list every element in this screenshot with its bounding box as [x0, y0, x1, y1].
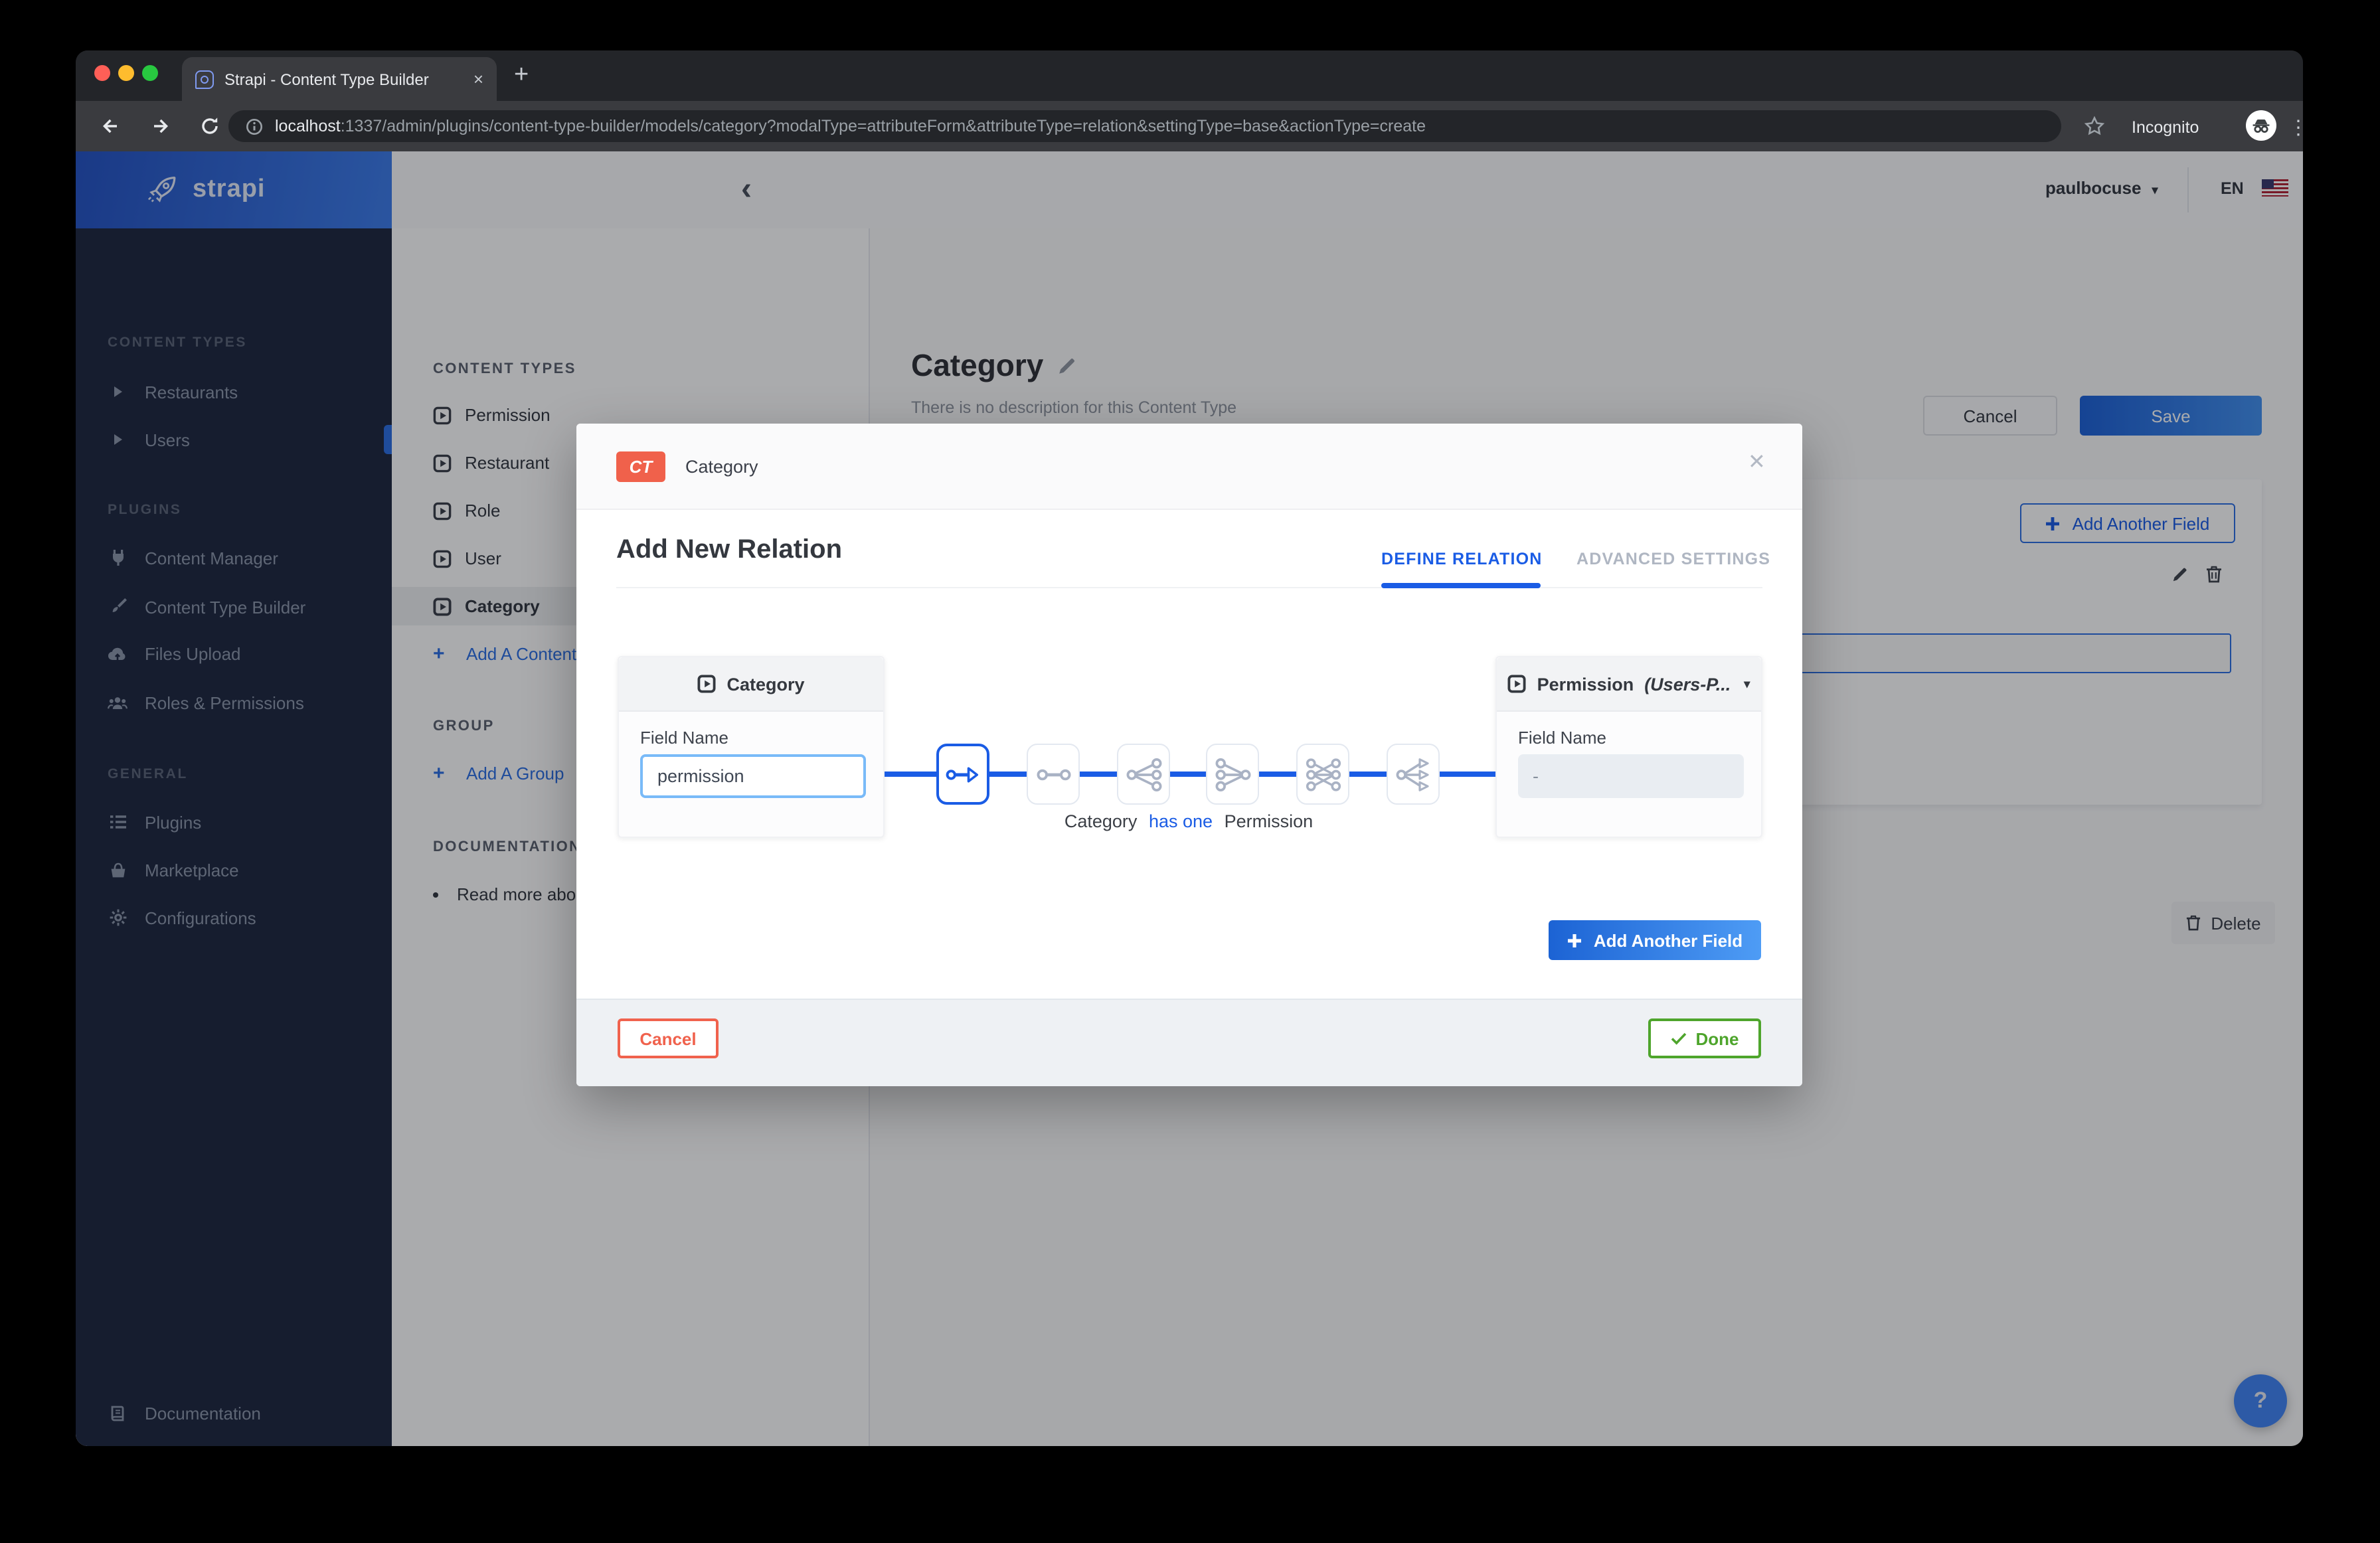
- browser-window: Strapi - Content Type Builder × + localh…: [76, 50, 2303, 1446]
- one-to-one-icon: [1036, 768, 1070, 780]
- relation-type-one-way-polymorphic[interactable]: [1387, 744, 1440, 805]
- browser-toolbar: localhost:1337/admin/plugins/content-typ…: [76, 101, 2303, 151]
- content-type-icon: [697, 675, 716, 693]
- close-icon[interactable]: ✕: [1748, 449, 1766, 475]
- relation-target-card: Permission (Users-P... ▾ Field Name -: [1495, 656, 1762, 838]
- window-minimize-button[interactable]: [118, 65, 134, 81]
- incognito-icon: [2246, 110, 2276, 141]
- modal-done-button[interactable]: Done: [1648, 1018, 1761, 1058]
- back-icon[interactable]: [100, 116, 121, 137]
- plus-icon: [1567, 934, 1581, 947]
- new-tab-button[interactable]: +: [514, 61, 529, 90]
- tabs-divider: [616, 587, 1762, 588]
- relation-verb: has one: [1148, 811, 1213, 831]
- strapi-app: strapi CONTENT TYPES Restaurants Users P…: [76, 151, 2303, 1446]
- tab-define-relation[interactable]: DEFINE RELATION: [1381, 550, 1543, 568]
- field-name-input[interactable]: [640, 754, 866, 798]
- one-way-many-icon: [1395, 758, 1428, 791]
- tab-title: Strapi - Content Type Builder: [224, 70, 429, 88]
- one-to-many-icon: [1215, 758, 1250, 791]
- browser-tab[interactable]: Strapi - Content Type Builder ×: [182, 57, 497, 101]
- check-icon: [1671, 1032, 1686, 1045]
- site-info-icon[interactable]: [244, 116, 264, 136]
- one-way-icon: [945, 766, 978, 782]
- url-text: localhost:1337/admin/plugins/content-typ…: [275, 117, 1426, 135]
- window-close-button[interactable]: [94, 65, 110, 81]
- relation-target-header[interactable]: Permission (Users-P... ▾: [1497, 657, 1761, 712]
- chevron-down-icon: ▾: [1744, 677, 1750, 690]
- add-relation-modal: CT Category ✕ Add New Relation DEFINE RE…: [576, 424, 1802, 1086]
- reload-icon[interactable]: [199, 116, 220, 137]
- modal-entity-name: Category: [685, 457, 758, 477]
- browser-tabstrip: Strapi - Content Type Builder × +: [76, 50, 2303, 101]
- window-zoom-button[interactable]: [142, 65, 158, 81]
- field-name-label: Field Name: [640, 728, 728, 748]
- relation-type-many-to-one[interactable]: [1117, 744, 1170, 805]
- relation-type-many-to-many[interactable]: [1296, 744, 1349, 805]
- url-host: localhost: [275, 117, 341, 135]
- modal-header: CT Category ✕: [576, 424, 1802, 510]
- active-tab-underline: [1381, 583, 1541, 588]
- relation-type-one-to-many[interactable]: [1206, 744, 1259, 805]
- relation-type-one-to-one[interactable]: [1027, 744, 1080, 805]
- modal-title: Add New Relation: [616, 535, 843, 564]
- content-type-badge: CT: [616, 451, 665, 482]
- relation-source-card: Category Field Name: [618, 656, 885, 838]
- relation-source-header: Category: [619, 657, 883, 712]
- relation-target-plugin: (Users-P...: [1644, 674, 1731, 694]
- forward-icon[interactable]: [150, 116, 171, 137]
- many-to-one-icon: [1126, 758, 1161, 791]
- field-name-label: Field Name: [1518, 728, 1606, 748]
- relation-type-one-way[interactable]: [936, 744, 989, 805]
- modal-cancel-button[interactable]: Cancel: [618, 1018, 719, 1058]
- browser-menu-icon[interactable]: ⋮: [2288, 116, 2303, 139]
- content-type-icon: [1508, 675, 1527, 693]
- modal-add-another-field-button[interactable]: Add Another Field: [1549, 920, 1761, 960]
- tab-close-icon[interactable]: ×: [473, 70, 483, 88]
- target-field-name-value: -: [1518, 754, 1744, 798]
- strapi-favicon-icon: [195, 70, 214, 88]
- tab-advanced-settings[interactable]: ADVANCED SETTINGS: [1576, 550, 1770, 568]
- incognito-label: Incognito: [2132, 118, 2199, 137]
- url-bar[interactable]: localhost:1337/admin/plugins/content-typ…: [228, 110, 2061, 142]
- bookmark-star-icon[interactable]: [2084, 116, 2105, 137]
- many-to-many-icon: [1305, 758, 1341, 791]
- modal-footer: Cancel Done: [576, 999, 1802, 1086]
